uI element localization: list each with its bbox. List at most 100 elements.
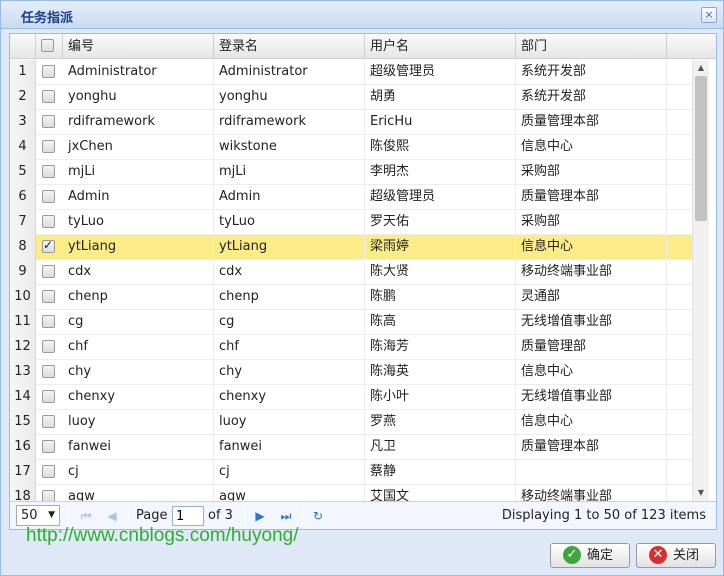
row-checkbox[interactable] bbox=[42, 238, 55, 253]
row-checkbox[interactable] bbox=[42, 115, 55, 128]
cell-username: 艾国文 bbox=[365, 485, 516, 501]
cell-login: Admin bbox=[214, 185, 365, 210]
row-number: 16 bbox=[10, 435, 36, 460]
cell-id: agw bbox=[63, 485, 214, 501]
cell-login: yonghu bbox=[214, 85, 365, 110]
ok-button-label: 确定 bbox=[587, 548, 614, 563]
last-page-icon[interactable]: ⏭ bbox=[276, 506, 296, 526]
page-size-value: 50 bbox=[21, 508, 38, 523]
cell-login: tyLuo bbox=[214, 210, 365, 235]
row-checkbox[interactable] bbox=[42, 65, 55, 78]
cell-username: EricHu bbox=[365, 110, 516, 135]
close-button-label: 关闭 bbox=[673, 548, 700, 563]
row-checkbox[interactable] bbox=[42, 365, 55, 378]
cell-username: 陈鹏 bbox=[365, 285, 516, 310]
grid-body: 1 Administrator Administrator 超级管理员 系统开发部 2 yo… bbox=[10, 60, 692, 501]
row-checkbox[interactable] bbox=[42, 465, 55, 478]
close-button[interactable]: ✕ 关闭 bbox=[636, 543, 716, 568]
grid-header: 编号 登录名 用户名 部门 bbox=[10, 34, 716, 59]
cell-login: chy bbox=[214, 360, 365, 385]
cell-department: 采购部 bbox=[516, 160, 667, 185]
row-checkbox[interactable] bbox=[42, 440, 55, 453]
row-checkbox[interactable] bbox=[42, 165, 55, 178]
cell-login: chenxy bbox=[214, 385, 365, 410]
row-checkbox[interactable] bbox=[42, 340, 55, 353]
column-header-username[interactable]: 用户名 bbox=[365, 34, 516, 59]
grid-scrollbar[interactable]: ▲ ▼ bbox=[692, 60, 709, 501]
prev-page-icon[interactable]: ◀ bbox=[102, 506, 122, 526]
cell-department: 系统开发部 bbox=[516, 60, 667, 85]
select-all-checkbox[interactable] bbox=[41, 39, 54, 52]
row-checkbox[interactable] bbox=[42, 190, 55, 203]
cell-login: chf bbox=[214, 335, 365, 360]
cell-username: 罗燕 bbox=[365, 410, 516, 435]
scroll-thumb[interactable] bbox=[695, 76, 707, 221]
page-size-select[interactable]: 50 ▼ bbox=[16, 505, 60, 526]
table-row[interactable]: 5 mjLi mjLi 李明杰 采购部 bbox=[10, 160, 692, 185]
column-header-login[interactable]: 登录名 bbox=[214, 34, 365, 59]
cell-department: 信息中心 bbox=[516, 135, 667, 160]
column-header-id[interactable]: 编号 bbox=[63, 34, 214, 59]
table-row[interactable]: 16 fanwei fanwei 凡卫 质量管理本部 bbox=[10, 435, 692, 460]
table-row[interactable]: 6 Admin Admin 超级管理员 质量管理本部 bbox=[10, 185, 692, 210]
select-all-header bbox=[36, 34, 63, 59]
cell-login: cj bbox=[214, 460, 365, 485]
cell-department bbox=[516, 460, 667, 485]
row-number: 18 bbox=[10, 485, 36, 501]
row-number: 10 bbox=[10, 285, 36, 310]
cell-department: 灵通部 bbox=[516, 285, 667, 310]
table-row[interactable]: 9 cdx cdx 陈大贤 移动终端事业部 bbox=[10, 260, 692, 285]
row-checkbox[interactable] bbox=[42, 215, 55, 228]
next-page-icon[interactable]: ▶ bbox=[250, 506, 270, 526]
row-checkbox[interactable] bbox=[42, 415, 55, 428]
row-checkbox[interactable] bbox=[42, 90, 55, 103]
row-number: 12 bbox=[10, 335, 36, 360]
pager-separator bbox=[302, 506, 303, 525]
table-row[interactable]: 11 cg cg 陈高 无线增值事业部 bbox=[10, 310, 692, 335]
row-number: 2 bbox=[10, 85, 36, 110]
row-checkbox[interactable] bbox=[42, 390, 55, 403]
cell-login: rdiframework bbox=[214, 110, 365, 135]
scroll-down-icon[interactable]: ▼ bbox=[693, 485, 709, 501]
table-row[interactable]: 10 chenp chenp 陈鹏 灵通部 bbox=[10, 285, 692, 310]
table-row[interactable]: 8ytLiangytLiang梁雨婷信息中心 bbox=[10, 235, 692, 260]
row-number: 6 bbox=[10, 185, 36, 210]
row-number: 3 bbox=[10, 110, 36, 135]
table-row[interactable]: 17 cj cj 蔡静 bbox=[10, 460, 692, 485]
first-page-icon[interactable]: ⏮ bbox=[76, 506, 96, 526]
table-row[interactable]: 7 tyLuo tyLuo 罗天佑 采购部 bbox=[10, 210, 692, 235]
cell-id: cdx bbox=[63, 260, 214, 285]
refresh-icon[interactable]: ↻ bbox=[308, 506, 328, 526]
table-row[interactable]: 13 chy chy 陈海英 信息中心 bbox=[10, 360, 692, 385]
cell-department: 移动终端事业部 bbox=[516, 485, 667, 501]
chevron-down-icon: ▼ bbox=[48, 510, 55, 520]
table-row[interactable]: 18 agw agw 艾国文 移动终端事业部 bbox=[10, 485, 692, 501]
cell-department: 信息中心 bbox=[516, 410, 667, 435]
cell-id: chenxy bbox=[63, 385, 214, 410]
cell-login: agw bbox=[214, 485, 365, 501]
page-number-input[interactable] bbox=[172, 506, 204, 526]
close-icon[interactable]: × bbox=[701, 7, 717, 23]
row-number: 13 bbox=[10, 360, 36, 385]
row-checkbox[interactable] bbox=[42, 290, 55, 303]
table-row[interactable]: 15 luoy luoy 罗燕 信息中心 bbox=[10, 410, 692, 435]
column-header-department[interactable]: 部门 bbox=[516, 34, 667, 59]
cell-department: 质量管理本部 bbox=[516, 185, 667, 210]
ok-button[interactable]: ✓ 确定 bbox=[550, 543, 630, 568]
table-row[interactable]: 3 rdiframework rdiframework EricHu 质量管理本部 bbox=[10, 110, 692, 135]
cell-username: 凡卫 bbox=[365, 435, 516, 460]
row-checkbox[interactable] bbox=[42, 140, 55, 153]
table-row[interactable]: 4 jxChen wikstone 陈俊熙 信息中心 bbox=[10, 135, 692, 160]
table-row[interactable]: 1 Administrator Administrator 超级管理员 系统开发部 bbox=[10, 60, 692, 85]
table-row[interactable]: 14 chenxy chenxy 陈小叶 无线增值事业部 bbox=[10, 385, 692, 410]
scroll-up-icon[interactable]: ▲ bbox=[693, 60, 709, 76]
table-row[interactable]: 2 yonghu yonghu 胡勇 系统开发部 bbox=[10, 85, 692, 110]
cell-id: tyLuo bbox=[63, 210, 214, 235]
cell-username: 胡勇 bbox=[365, 85, 516, 110]
cell-username: 陈海芳 bbox=[365, 335, 516, 360]
table-row[interactable]: 12 chf chf 陈海芳 质量管理部 bbox=[10, 335, 692, 360]
row-checkbox[interactable] bbox=[42, 490, 55, 501]
row-checkbox[interactable] bbox=[42, 265, 55, 278]
cell-department: 无线增值事业部 bbox=[516, 310, 667, 335]
row-checkbox[interactable] bbox=[42, 315, 55, 328]
